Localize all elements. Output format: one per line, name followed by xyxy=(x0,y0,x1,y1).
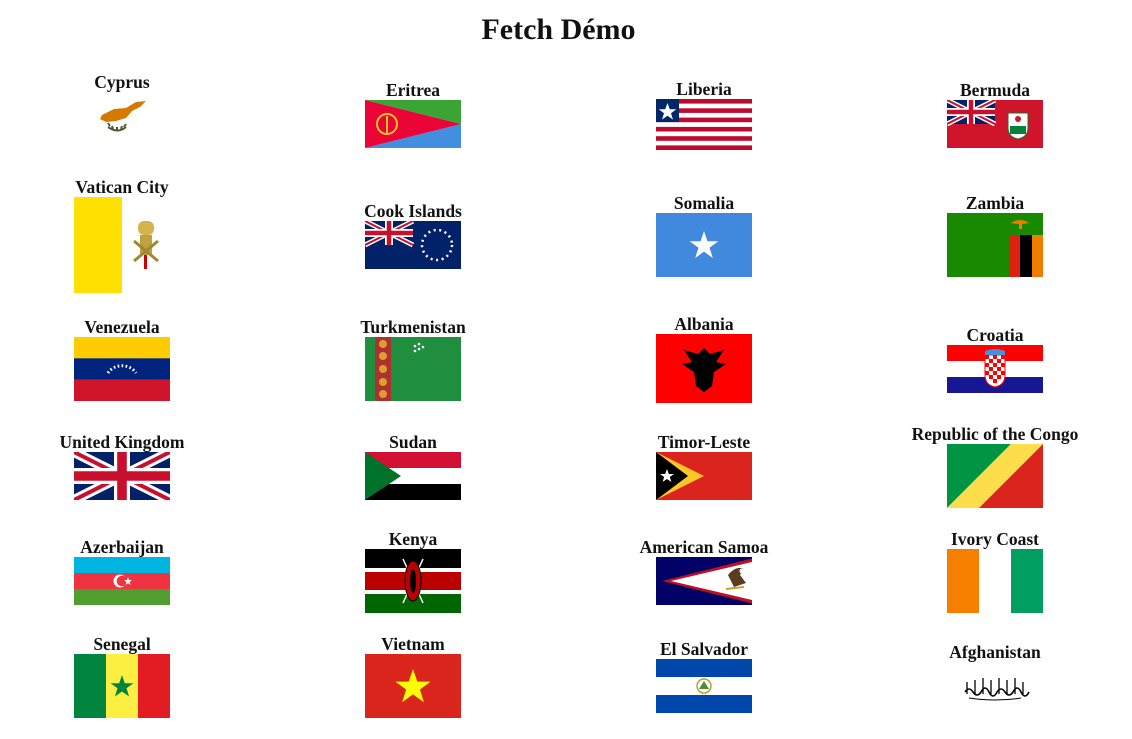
flag-card-azerbaijan: Azerbaijan xyxy=(0,538,252,605)
country-name: Republic of the Congo xyxy=(911,424,1079,444)
country-name: Timor-Leste xyxy=(657,432,751,452)
flag-card-republic-of-the-congo: Republic of the Congo xyxy=(865,425,1125,508)
flag-image-united-kingdom xyxy=(74,452,170,500)
flag-card-timor-leste: Timor-Leste xyxy=(574,433,834,500)
flag-card-el-salvador: El Salvador xyxy=(574,640,834,713)
flag-image-liberia xyxy=(656,99,752,150)
flag-card-vatican-city: Vatican City xyxy=(0,178,252,293)
country-name: Bermuda xyxy=(960,80,1030,100)
flag-card-american-samoa: American Samoa xyxy=(574,538,834,605)
flag-card-kenya: Kenya xyxy=(283,530,543,613)
flag-image-senegal xyxy=(74,654,170,718)
flag-image-croatia xyxy=(947,345,1043,393)
country-name: Zambia xyxy=(965,193,1025,213)
country-name: El Salvador xyxy=(659,639,748,659)
flag-image-vietnam xyxy=(365,654,461,718)
country-name: United Kingdom xyxy=(59,432,185,452)
flag-card-turkmenistan: Turkmenistan xyxy=(283,318,543,401)
flag-image-afghanistan xyxy=(947,662,1043,710)
country-name: Vatican City xyxy=(75,177,169,197)
flag-card-senegal: Senegal xyxy=(0,635,252,718)
flag-card-afghanistan: Afghanistan xyxy=(865,643,1125,710)
page-title: Fetch Démo xyxy=(481,13,636,46)
flag-image-american-samoa xyxy=(656,557,752,605)
flag-image-ivory-coast xyxy=(947,549,1043,613)
country-name: American Samoa xyxy=(639,537,769,557)
flag-card-bermuda: Bermuda xyxy=(865,81,1125,148)
flag-image-vatican-city xyxy=(74,197,170,293)
flag-card-ivory-coast: Ivory Coast xyxy=(865,530,1125,613)
flag-card-albania: Albania xyxy=(574,315,834,403)
country-name: Croatia xyxy=(966,325,1024,345)
country-name: Cook Islands xyxy=(364,201,462,221)
flag-card-zambia: Zambia xyxy=(865,194,1125,277)
flag-card-united-kingdom: United Kingdom xyxy=(0,433,252,500)
flag-card-sudan: Sudan xyxy=(283,433,543,500)
country-name: Somalia xyxy=(673,193,735,213)
flag-image-albania xyxy=(656,334,752,403)
flag-image-zambia xyxy=(947,213,1043,277)
flag-image-azerbaijan xyxy=(74,557,170,605)
country-name: Senegal xyxy=(93,634,151,654)
flag-card-cook-islands: Cook Islands xyxy=(283,202,543,269)
country-name: Turkmenistan xyxy=(360,317,466,337)
flag-image-venezuela xyxy=(74,337,170,401)
country-name: Cyprus xyxy=(94,72,150,92)
country-name: Liberia xyxy=(676,79,732,99)
flag-image-republic-of-the-congo xyxy=(947,444,1043,508)
country-name: Eritrea xyxy=(385,80,441,100)
flag-image-turkmenistan xyxy=(365,337,461,401)
flag-image-cook-islands xyxy=(365,221,461,269)
flag-card-cyprus: Cyprus xyxy=(0,73,252,140)
flag-card-somalia: Somalia xyxy=(574,194,834,277)
flag-image-bermuda xyxy=(947,100,1043,148)
country-name: Albania xyxy=(674,314,734,334)
flag-card-croatia: Croatia xyxy=(865,326,1125,393)
flag-image-kenya xyxy=(365,549,461,613)
flag-image-eritrea xyxy=(365,100,461,148)
flag-card-vietnam: Vietnam xyxy=(283,635,543,718)
flag-card-venezuela: Venezuela xyxy=(0,318,252,401)
country-name: Ivory Coast xyxy=(951,529,1039,549)
country-name: Vietnam xyxy=(381,634,445,654)
flag-image-somalia xyxy=(656,213,752,277)
flag-image-sudan xyxy=(365,452,461,500)
flag-card-eritrea: Eritrea xyxy=(283,81,543,148)
country-name: Afghanistan xyxy=(949,642,1041,662)
flag-card-liberia: Liberia xyxy=(574,80,834,150)
country-name: Azerbaijan xyxy=(80,537,164,557)
country-name: Sudan xyxy=(389,432,437,452)
flag-image-el-salvador xyxy=(656,659,752,713)
flag-image-cyprus xyxy=(100,101,146,132)
flag-image-timor-leste xyxy=(656,452,752,500)
country-name: Venezuela xyxy=(84,317,160,337)
country-name: Kenya xyxy=(388,529,438,549)
